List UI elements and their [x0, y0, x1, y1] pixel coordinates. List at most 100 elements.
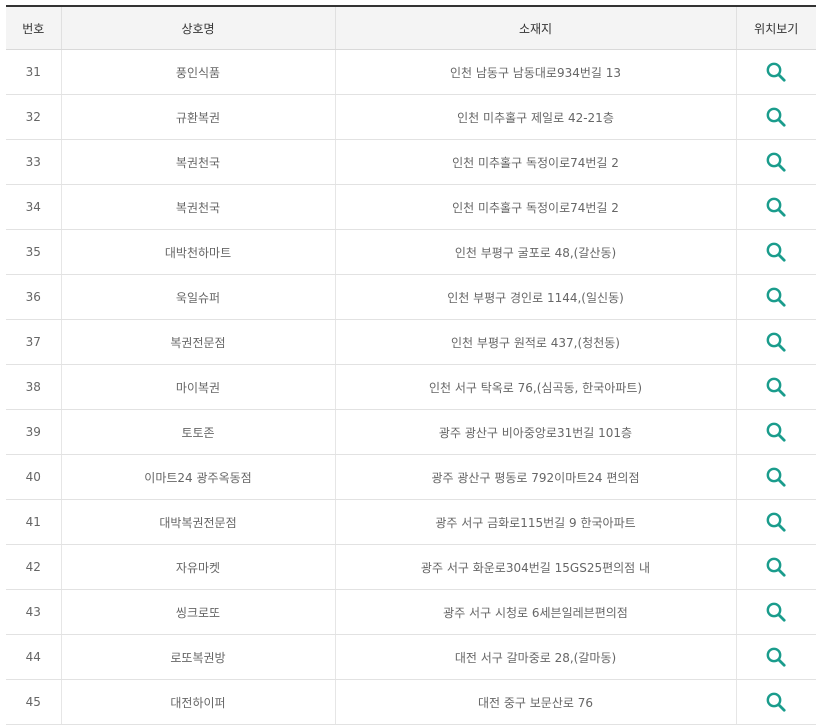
search-icon: [766, 62, 786, 82]
column-header-address: 소재지: [334, 6, 736, 50]
view-location-cell: [735, 634, 816, 680]
table-row: 39 토토존 광주 광산구 비아중앙로31번길 101층: [6, 409, 816, 455]
store-name: 복권전문점: [60, 319, 335, 365]
table-row: 37 복권전문점 인천 부평구 원적로 437,(청천동): [6, 319, 816, 365]
view-location-cell: [735, 454, 816, 500]
view-location-button[interactable]: [765, 331, 787, 353]
view-location-button[interactable]: [765, 556, 787, 578]
store-name: 씽크로또: [60, 589, 335, 635]
store-number: 38: [6, 364, 61, 410]
store-address: 인천 미추홀구 독정이로74번길 2: [334, 184, 736, 230]
view-location-button[interactable]: [765, 376, 787, 398]
search-icon: [766, 332, 786, 352]
table-header: 번호 상호명 소재지 위치보기: [6, 6, 816, 50]
search-icon: [766, 512, 786, 532]
store-number: 33: [6, 139, 61, 185]
view-location-button[interactable]: [765, 646, 787, 668]
store-number: 35: [6, 229, 61, 275]
table-row: 36 욱일슈퍼 인천 부평구 경인로 1144,(일신동): [6, 274, 816, 320]
search-icon: [766, 602, 786, 622]
store-address: 인천 미추홀구 제일로 42-21층: [334, 94, 736, 140]
column-header-number: 번호: [6, 6, 61, 50]
store-address: 인천 부평구 굴포로 48,(갈산동): [334, 229, 736, 275]
store-address: 광주 서구 화운로304번길 15GS25편의점 내: [334, 544, 736, 590]
view-location-button[interactable]: [765, 466, 787, 488]
search-icon: [766, 242, 786, 262]
store-number: 36: [6, 274, 61, 320]
table-row: 35 대박천하마트 인천 부평구 굴포로 48,(갈산동): [6, 229, 816, 275]
table-row: 34 복권천국 인천 미추홀구 독정이로74번길 2: [6, 184, 816, 230]
store-name: 로또복권방: [60, 634, 335, 680]
view-location-cell: [735, 364, 816, 410]
store-name: 대박복권전문점: [60, 499, 335, 545]
view-location-button[interactable]: [765, 286, 787, 308]
view-location-cell: [735, 274, 816, 320]
view-location-button[interactable]: [765, 241, 787, 263]
view-location-cell: [735, 229, 816, 275]
view-location-cell: [735, 589, 816, 635]
store-name: 복권천국: [60, 139, 335, 185]
view-location-cell: [735, 319, 816, 365]
table-row: 43 씽크로또 광주 서구 시청로 6세븐일레븐편의점: [6, 589, 816, 635]
search-icon: [766, 152, 786, 172]
store-name: 대박천하마트: [60, 229, 335, 275]
table-row: 44 로또복권방 대전 서구 갈마중로 28,(갈마동): [6, 634, 816, 680]
view-location-button[interactable]: [765, 511, 787, 533]
store-number: 39: [6, 409, 61, 455]
store-address: 대전 서구 갈마중로 28,(갈마동): [334, 634, 736, 680]
view-location-button[interactable]: [765, 691, 787, 713]
search-icon: [766, 647, 786, 667]
store-address: 인천 미추홀구 독정이로74번길 2: [334, 139, 736, 185]
header-row: 번호 상호명 소재지 위치보기: [6, 6, 816, 50]
store-name: 욱일슈퍼: [60, 274, 335, 320]
store-address: 광주 광산구 비아중앙로31번길 101층: [334, 409, 736, 455]
table-row: 32 규환복권 인천 미추홀구 제일로 42-21층: [6, 94, 816, 140]
view-location-cell: [735, 409, 816, 455]
store-number: 40: [6, 454, 61, 500]
table-body: 31 풍인식품 인천 남동구 남동대로934번길 13 32 규환복권 인천 미추홀구 제…: [6, 49, 816, 725]
view-location-button[interactable]: [765, 196, 787, 218]
view-location-button[interactable]: [765, 61, 787, 83]
search-icon: [766, 197, 786, 217]
store-name: 마이복권: [60, 364, 335, 410]
view-location-cell: [735, 544, 816, 590]
view-location-cell: [735, 499, 816, 545]
table-row: 42 자유마켓 광주 서구 화운로304번길 15GS25편의점 내: [6, 544, 816, 590]
store-number: 45: [6, 679, 61, 725]
store-address: 인천 부평구 원적로 437,(청천동): [334, 319, 736, 365]
view-location-button[interactable]: [765, 106, 787, 128]
search-icon: [766, 422, 786, 442]
search-icon: [766, 287, 786, 307]
store-address: 광주 서구 시청로 6세븐일레븐편의점: [334, 589, 736, 635]
view-location-cell: [735, 94, 816, 140]
store-number: 43: [6, 589, 61, 635]
table-row: 40 이마트24 광주옥동점 광주 광산구 평동로 792이마트24 편의점: [6, 454, 816, 500]
store-number: 31: [6, 49, 61, 95]
store-address: 대전 중구 보문산로 76: [334, 679, 736, 725]
store-number: 34: [6, 184, 61, 230]
store-number: 41: [6, 499, 61, 545]
column-header-view: 위치보기: [735, 6, 816, 50]
store-address: 인천 부평구 경인로 1144,(일신동): [334, 274, 736, 320]
view-location-button[interactable]: [765, 151, 787, 173]
table-row: 45 대전하이퍼 대전 중구 보문산로 76: [6, 679, 816, 725]
store-name: 대전하이퍼: [60, 679, 335, 725]
view-location-button[interactable]: [765, 421, 787, 443]
table-row: 33 복권천국 인천 미추홀구 독정이로74번길 2: [6, 139, 816, 185]
store-address: 광주 광산구 평동로 792이마트24 편의점: [334, 454, 736, 500]
store-name: 풍인식품: [60, 49, 335, 95]
view-location-button[interactable]: [765, 601, 787, 623]
table-row: 38 마이복권 인천 서구 탁옥로 76,(심곡동, 한국아파트): [6, 364, 816, 410]
store-number: 42: [6, 544, 61, 590]
store-number: 44: [6, 634, 61, 680]
store-address: 인천 서구 탁옥로 76,(심곡동, 한국아파트): [334, 364, 736, 410]
store-name: 자유마켓: [60, 544, 335, 590]
store-table: 번호 상호명 소재지 위치보기 31 풍인식품 인천 남동구 남동대로934번길 1…: [6, 5, 816, 725]
store-name: 토토존: [60, 409, 335, 455]
store-name: 복권천국: [60, 184, 335, 230]
store-name: 규환복권: [60, 94, 335, 140]
view-location-cell: [735, 49, 816, 95]
store-number: 32: [6, 94, 61, 140]
table-row: 41 대박복권전문점 광주 서구 금화로115번길 9 한국아파트: [6, 499, 816, 545]
table-row: 31 풍인식품 인천 남동구 남동대로934번길 13: [6, 49, 816, 95]
